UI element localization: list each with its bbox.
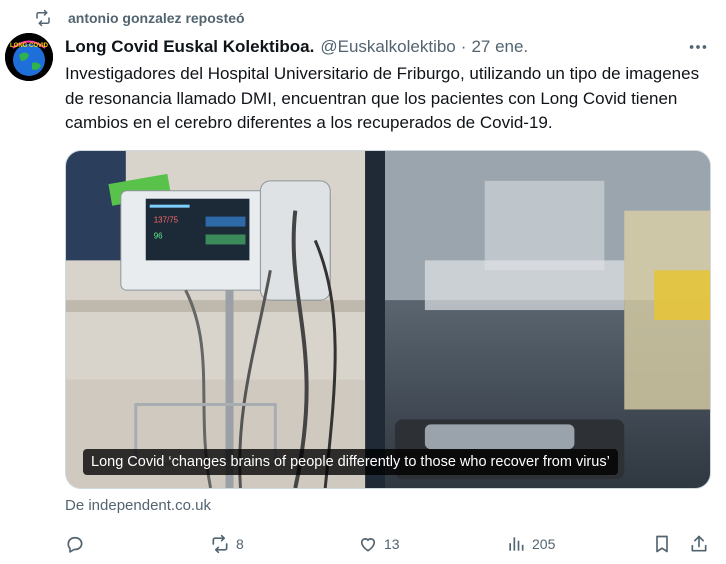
repost-icon bbox=[36, 9, 50, 27]
avatar-globe-image: LONG COVID bbox=[5, 33, 53, 81]
tweet-header: Long Covid Euskal Kolektiboa. @Euskalkol… bbox=[65, 36, 714, 58]
like-count: 13 bbox=[384, 536, 400, 552]
tweet-text: Investigadores del Hospital Universitari… bbox=[65, 64, 700, 132]
share-icon bbox=[691, 535, 707, 552]
more-icon bbox=[689, 45, 707, 49]
link-card-title: Long Covid ‘changes brains of people dif… bbox=[83, 449, 618, 475]
avatar[interactable]: LONG COVID bbox=[5, 33, 53, 81]
retweet-icon bbox=[212, 534, 228, 554]
reply-icon bbox=[67, 536, 83, 553]
monitor-bp-value: 137/75 bbox=[154, 216, 179, 225]
views-icon bbox=[509, 537, 524, 551]
repost-label: antonio gonzalez reposteó bbox=[68, 10, 245, 26]
tweet-actions: 8 13 205 bbox=[65, 530, 717, 558]
like-button[interactable]: 13 bbox=[358, 530, 400, 558]
bookmark-icon bbox=[656, 535, 668, 553]
repost-indicator[interactable]: antonio gonzalez reposteó bbox=[34, 8, 245, 28]
more-options-button[interactable] bbox=[686, 36, 710, 58]
link-source[interactable]: De independent.co.uk bbox=[65, 497, 211, 514]
author-name[interactable]: Long Covid Euskal Kolektiboa. bbox=[65, 37, 314, 57]
bookmark-button[interactable] bbox=[652, 530, 672, 558]
retweet-button[interactable]: 8 bbox=[210, 530, 244, 558]
retweet-count: 8 bbox=[236, 536, 244, 552]
views-button[interactable]: 205 bbox=[506, 530, 555, 558]
author-handle[interactable]: @Euskalkolektibo bbox=[320, 37, 455, 57]
views-count: 205 bbox=[532, 536, 556, 552]
avatar-text: LONG COVID bbox=[10, 43, 49, 49]
share-button[interactable] bbox=[689, 530, 709, 558]
tweet-date[interactable]: 27 ene. bbox=[471, 37, 528, 57]
monitor-spo2-value: 96 bbox=[154, 231, 163, 240]
reply-button[interactable] bbox=[65, 530, 85, 558]
header-separator: · bbox=[460, 37, 467, 56]
hospital-monitor-photo: 137/75 96 bbox=[66, 151, 710, 488]
link-card-image[interactable]: 137/75 96 Long Covid ‘changes brains of … bbox=[65, 150, 711, 489]
heart-icon bbox=[360, 538, 376, 552]
